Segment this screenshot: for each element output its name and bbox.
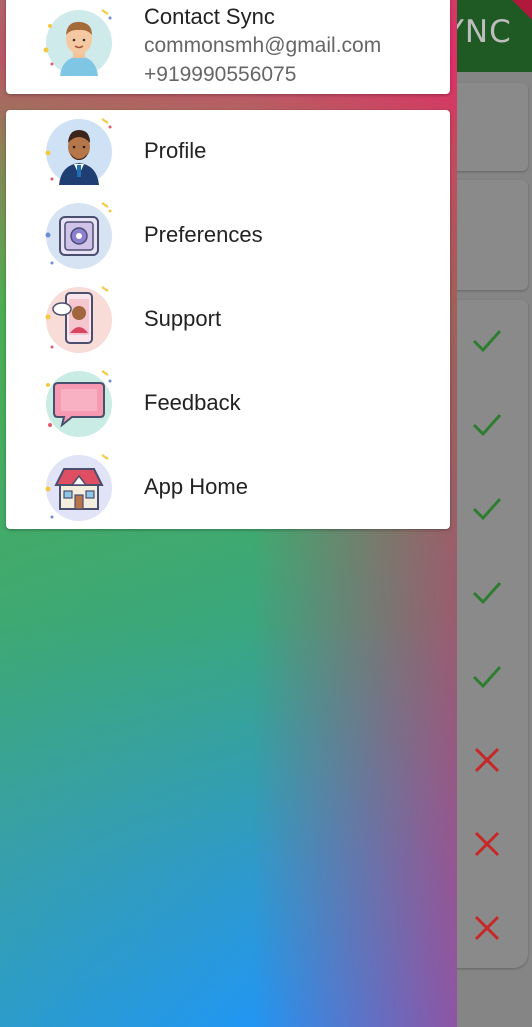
menu-item-label: Preferences [144, 222, 263, 247]
user-avatar-icon [40, 4, 118, 82]
menu-item-label: Profile [144, 138, 207, 163]
menu-item-label: Support [144, 306, 222, 331]
check-icon [472, 497, 502, 521]
check-icon [472, 329, 502, 353]
menu-item-label: App Home [144, 474, 248, 499]
check-icon [472, 413, 502, 437]
menu-item-feedback[interactable]: Feedback [6, 362, 450, 446]
check-icon [472, 581, 502, 605]
home-icon [40, 449, 118, 527]
drawer-menu: Profile Preferences Support Feedback App… [6, 110, 450, 529]
menu-item-preferences[interactable]: Preferences [6, 194, 450, 278]
support-icon [40, 281, 118, 359]
profile-icon [40, 113, 118, 191]
feedback-icon [40, 365, 118, 443]
user-email: commonsmh@gmail.com [144, 34, 382, 57]
menu-item-app-home[interactable]: App Home [6, 446, 450, 530]
check-icon [472, 665, 502, 689]
app-name: Contact Sync [144, 4, 275, 29]
menu-item-label: Feedback [144, 390, 241, 415]
cross-icon [474, 831, 500, 857]
preferences-icon [40, 197, 118, 275]
drawer-header: Contact Sync commonsmh@gmail.com +919990… [6, 0, 450, 94]
menu-item-support[interactable]: Support [6, 278, 450, 362]
cross-icon [474, 747, 500, 773]
user-phone: +919990556075 [144, 63, 297, 86]
menu-item-profile[interactable]: Profile [6, 110, 450, 194]
navigation-drawer: Contact Sync commonsmh@gmail.com +919990… [0, 0, 457, 1027]
cross-icon [474, 915, 500, 941]
